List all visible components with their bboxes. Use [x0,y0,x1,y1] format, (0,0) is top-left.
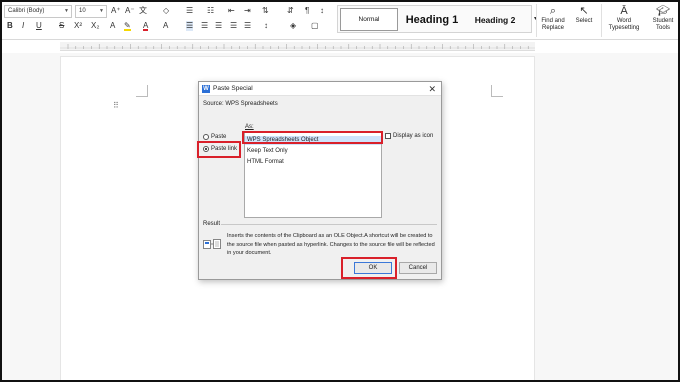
student-tools-button[interactable]: 🎓︎ Student Tools [648,4,678,32]
style-heading-2[interactable]: Heading 2 [466,8,524,31]
dialog-title-bar[interactable]: W Paste Special ✕ [199,82,441,96]
graduation-cap-icon: 🎓︎ [656,5,670,17]
horizontal-ruler[interactable] [60,42,535,51]
style-heading-1[interactable]: Heading 1 [400,8,464,31]
word-typesetting-label: Word Typesetting [608,18,640,31]
close-icon[interactable]: ✕ [428,84,436,95]
text-direction-icon[interactable]: ⇅ [262,6,269,16]
ribbon-separator [536,4,537,37]
font-size-combo[interactable]: 10 ▼ [75,5,107,18]
as-format-list[interactable]: WPS Spreadsheets Object Keep Text Only H… [244,132,382,218]
chevron-down-icon: ▼ [64,8,69,14]
spacing-icon[interactable]: ↕ [320,6,324,16]
align-center-icon[interactable]: ☰ [201,21,208,31]
cancel-button[interactable]: Cancel [399,262,437,274]
word-typesetting-button[interactable]: Ā Word Typesetting [604,4,644,32]
paste-radio[interactable]: Paste [203,134,226,140]
align-left-icon[interactable]: ☰ [186,21,194,31]
radio-circle-selected [203,146,209,152]
select-button[interactable]: ↖ Select [571,4,597,25]
find-replace-button[interactable]: ⌕ Find and Replace [538,4,568,32]
result-label: Result [203,221,221,227]
italic-icon[interactable]: I [22,21,24,31]
char-shading-icon[interactable]: A [163,21,168,31]
list-item[interactable]: WPS Spreadsheets Object [245,136,381,145]
numbering-icon[interactable]: ☷ [207,6,214,16]
font-size-value: 10 [79,8,86,14]
dialog-title: Paste Special [213,85,253,92]
bold-icon[interactable]: B [7,21,13,31]
paste-link-radio[interactable]: Paste link [203,146,237,152]
justify-icon[interactable]: ☰ [230,21,237,31]
sort-icon[interactable]: ⇵ [287,6,294,16]
strikethrough-icon[interactable]: S [59,21,64,31]
superscript-icon[interactable]: X² [74,21,82,31]
decrease-indent-icon[interactable]: ⇤ [228,6,235,16]
display-as-icon-label: Display as icon [393,133,434,139]
subscript-icon[interactable]: X₂ [91,21,99,31]
distribute-icon[interactable]: ☰ [244,21,251,31]
font-color-icon[interactable]: A [143,21,149,31]
checkbox-box [385,133,391,139]
search-icon: ⌕ [549,5,557,17]
drag-handle-icon[interactable]: ⠿ [113,101,119,110]
typesetting-icon: Ā [620,5,628,17]
borders-icon[interactable]: ▢ [311,21,319,31]
find-replace-label: Find and Replace [541,18,565,31]
paste-link-radio-label: Paste link [211,146,238,152]
list-item[interactable]: HTML Format [245,158,381,167]
line-spacing-icon[interactable]: ↕ [264,21,268,31]
paste-link-result-icon [203,239,221,249]
ok-button[interactable]: OK [354,262,392,274]
chevron-down-icon: ▼ [99,8,104,14]
as-label: As: [245,124,254,130]
font-name-value: Calibri (Body) [8,8,45,14]
margin-marker-top-right [491,85,503,97]
highlight-icon[interactable]: ✎ [124,21,131,31]
ribbon-separator [601,4,602,37]
align-right-icon[interactable]: ☰ [215,21,222,31]
display-as-icon-checkbox[interactable]: Display as icon [385,133,433,139]
radio-circle [203,134,209,140]
show-marks-icon[interactable]: ¶ [305,6,309,16]
wps-writer-logo-icon: W [202,85,210,93]
select-label: Select [575,18,593,24]
shading-icon[interactable]: ◈ [290,21,296,31]
bullets-icon[interactable]: ☰ [186,6,193,16]
font-name-combo[interactable]: Calibri (Body) ▼ [4,5,72,18]
grow-font-icon[interactable]: A⁺ [111,6,121,16]
shrink-font-icon[interactable]: A⁻ [125,6,135,16]
text-effect-icon[interactable]: A [110,21,115,31]
style-normal[interactable]: Normal [340,8,398,31]
paste-radio-label: Paste [211,134,227,140]
paste-special-dialog: W Paste Special ✕ Source: WPS Spreadshee… [198,81,442,280]
result-divider [221,224,437,225]
ribbon: Calibri (Body) ▼ 10 ▼ A⁺ A⁻ 文 ◇ B I U S … [0,0,680,40]
list-item[interactable]: Keep Text Only [245,147,381,156]
increase-indent-icon[interactable]: ⇥ [244,6,251,16]
cursor-icon: ↖ [579,5,589,17]
clear-format-icon[interactable]: ◇ [163,6,169,16]
source-label: Source: WPS Spreadsheets [203,101,278,107]
result-description: Inserts the contents of the Clipboard as… [227,233,435,256]
ruler-ticks [60,44,535,49]
student-tools-label: Student Tools [652,18,674,31]
underline-icon[interactable]: U [36,21,42,31]
margin-marker-top-left [136,85,148,97]
style-gallery: Normal Heading 1 Heading 2 [337,5,532,33]
phonetic-icon[interactable]: 文 [139,6,147,16]
